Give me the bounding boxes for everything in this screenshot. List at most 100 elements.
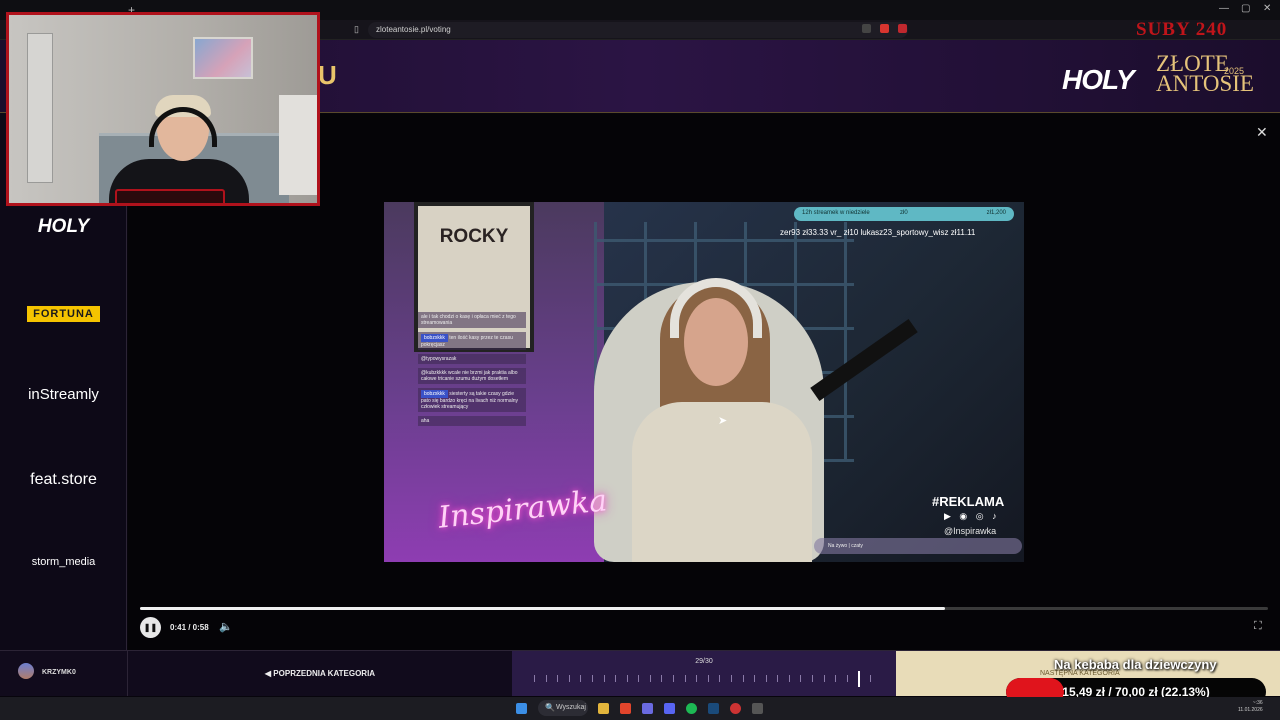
donation-goal-title: Na kebaba dla dziewczyny <box>1054 657 1217 672</box>
stream-goal-bar: 12h streamek w niedziele zł0 zł1,200 <box>794 207 1014 221</box>
username: KRZYMK0 <box>42 669 76 676</box>
category-ticks <box>534 671 874 687</box>
webcam-painting <box>193 37 253 79</box>
category-tick <box>661 675 663 682</box>
volume-icon[interactable]: 🔈 <box>219 620 233 633</box>
category-tick <box>684 675 686 682</box>
chat-message: bobzxkkk siesterty są takie czasy gdzie … <box>418 388 526 412</box>
avatar[interactable] <box>18 663 34 679</box>
category-tick <box>603 675 605 682</box>
discord-icon[interactable] <box>664 703 675 714</box>
url-field[interactable]: zloteantosie.pl/voting <box>368 22 908 38</box>
sponsor-fortuna[interactable]: FORTUNA <box>0 304 127 322</box>
category-tick <box>673 675 675 682</box>
poster-title: ROCKY <box>439 226 509 247</box>
bookmark-icon[interactable]: ▯ <box>354 24 359 35</box>
category-tick <box>696 675 698 682</box>
category-tick <box>568 675 570 682</box>
category-progress: 29/30 <box>512 651 896 696</box>
streamer-handle: @Inspirawka <box>944 526 997 536</box>
sponsor-storm-media[interactable]: storm_media <box>0 556 127 568</box>
category-tick <box>545 675 547 682</box>
spotify-icon[interactable] <box>686 703 697 714</box>
extension-icon[interactable] <box>898 24 907 33</box>
webcam-name-plate <box>115 189 225 203</box>
video-progress-bar[interactable] <box>140 607 1268 610</box>
logo-year: 2025 <box>1224 66 1245 76</box>
windows-taskbar <box>0 697 1280 720</box>
sponsor-feat-store[interactable]: feat.store <box>0 471 127 489</box>
previous-category-button[interactable]: ◀ POPRZEDNIA KATEGORIA <box>128 651 512 696</box>
category-tick <box>870 675 871 682</box>
webcam-overlay <box>6 12 320 206</box>
system-clock: ~:36 11.01.2026 <box>1238 700 1263 714</box>
sponsor-holy[interactable]: HOLY <box>0 216 127 238</box>
obs-icon[interactable] <box>730 703 741 714</box>
category-tick <box>649 675 651 682</box>
windows-start-icon[interactable] <box>516 703 527 714</box>
minimize-button[interactable]: — <box>1219 3 1229 14</box>
category-tick <box>580 675 582 682</box>
webcam-shelf <box>279 95 317 195</box>
sponsor-fortuna-label: FORTUNA <box>27 306 100 322</box>
category-tick <box>591 675 593 682</box>
category-tick <box>719 675 721 682</box>
maximize-button[interactable]: ▢ <box>1241 3 1250 14</box>
share-icon[interactable] <box>862 24 871 33</box>
terminal-icon[interactable] <box>752 703 763 714</box>
category-tick <box>730 675 732 682</box>
category-tick <box>765 675 767 682</box>
category-tick <box>812 675 814 682</box>
category-tick <box>800 675 802 682</box>
goal-current: zł0 <box>900 210 908 216</box>
video-player[interactable]: ROCKY ale i tak chodzi o kasę i opłaca m… <box>384 202 1024 562</box>
fullscreen-icon[interactable]: ⛶ <box>1254 620 1262 633</box>
sub-goal-overlay: SUBY 240 <box>1136 19 1228 40</box>
close-window-button[interactable]: ✕ <box>1263 3 1271 14</box>
steam-icon[interactable] <box>708 703 719 714</box>
reklama-label: #REKLAMA <box>932 494 1005 509</box>
category-tick <box>777 675 779 682</box>
category-tick <box>823 675 825 682</box>
pause-button[interactable]: ❚❚ <box>140 617 161 638</box>
webcam-door <box>27 33 53 183</box>
video-chat-overlay: ale i tak chodzi o kasę i opłaca mieć z … <box>418 312 526 430</box>
header-title-fragment: U <box>318 60 337 90</box>
clock-time: ~:36 <box>1252 700 1263 706</box>
category-tick <box>557 675 559 682</box>
chat-message: @kubzkkkk wcale nie brzmi jak praktia al… <box>418 368 526 384</box>
social-icons: ▶ ◉ ◎ ♪ <box>944 511 1000 521</box>
category-tick <box>835 675 837 682</box>
goal-title: 12h streamek w niedziele <box>802 210 870 216</box>
brave-shield-icon[interactable] <box>880 24 889 33</box>
clock-date: 11.01.2026 <box>1238 707 1263 713</box>
app-icon[interactable] <box>642 703 653 714</box>
brave-browser-icon[interactable] <box>620 703 631 714</box>
category-tick <box>846 675 848 682</box>
taskbar-search[interactable]: 🔍 Wyszukaj <box>538 700 588 716</box>
chat-message: ale i tak chodzi o kasę i opłaca mieć z … <box>418 312 526 328</box>
close-icon[interactable]: ✕ <box>1256 124 1268 141</box>
holy-logo: HOLY <box>1062 64 1135 95</box>
category-tick <box>788 675 790 682</box>
goal-target: zł1,200 <box>986 210 1006 216</box>
category-tick <box>742 675 744 682</box>
sponsor-instreamly[interactable]: inStreamly <box>0 386 127 403</box>
category-tick <box>534 675 535 682</box>
taskbar-search-label: Wyszukaj <box>556 704 586 711</box>
chat-message: aha <box>418 416 526 426</box>
chat-message: bobzxkkk ten ilość kasy przez te czasu p… <box>418 332 526 350</box>
category-tick <box>615 675 617 682</box>
mouse-cursor-icon: ➤ <box>718 415 728 427</box>
chat-message: @typowysrazak <box>418 354 526 364</box>
video-time: 0:41 / 0:58 <box>170 623 209 632</box>
category-tick <box>707 675 709 682</box>
video-chat-input: Na żywo | czaty <box>814 538 1022 554</box>
file-explorer-icon[interactable] <box>598 703 609 714</box>
logo-line-2: ANTOSIE <box>1156 71 1254 96</box>
category-tick-current <box>858 671 861 687</box>
category-counter: 29/30 <box>695 658 713 665</box>
donation-ticker: zer93 zł33.33 vr_ zł10 lukasz23_sportowy… <box>780 228 976 237</box>
category-tick <box>754 675 756 682</box>
search-icon: 🔍 <box>545 703 555 712</box>
